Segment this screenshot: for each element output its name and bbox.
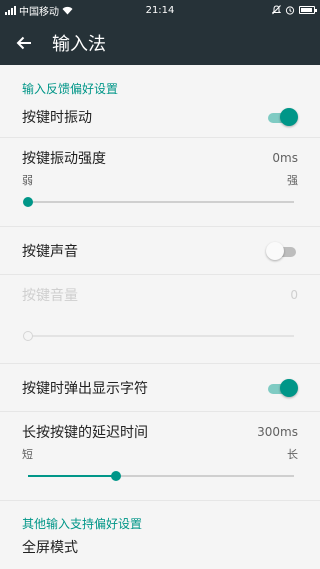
setting-vibration-strength: 按键振动强度 0ms 弱 强 [0, 138, 320, 227]
slider-knob [23, 331, 33, 341]
carrier-label: 中国移动 [19, 6, 59, 18]
setting-fullscreen-mode[interactable]: 全屏模式 [0, 537, 320, 569]
setting-key-sound[interactable]: 按键声音 [0, 227, 320, 275]
slider-min-label: 弱 [22, 174, 33, 187]
vibrate-toggle[interactable] [268, 107, 298, 127]
settings-list: 输入反馈偏好设置 按键时振动 按键振动强度 0ms 弱 强 按键声音 按键音量 … [0, 65, 320, 569]
setting-vibrate-on-key[interactable]: 按键时振动 [0, 97, 320, 138]
back-button[interactable] [14, 33, 34, 53]
status-left: 中国移动 [5, 3, 73, 18]
status-right [272, 5, 317, 15]
setting-label: 按键时振动 [22, 110, 92, 126]
mute-icon [272, 5, 281, 15]
slider-max-label: 长 [287, 448, 298, 461]
setting-long-press-delay: 长按按键的延迟时间 300ms 短 长 [0, 412, 320, 501]
setting-label: 按键振动强度 [22, 151, 106, 167]
section-header-other-input: 其他输入支持偏好设置 [22, 517, 143, 531]
key-sound-toggle[interactable] [266, 241, 298, 261]
vibration-strength-value: 0ms [272, 151, 298, 165]
battery-icon [299, 6, 317, 14]
popup-toggle[interactable] [268, 378, 298, 398]
long-press-delay-slider[interactable] [28, 468, 294, 484]
setting-label: 按键时弹出显示字符 [22, 380, 148, 397]
wifi-icon [62, 6, 73, 14]
setting-label: 全屏模式 [22, 540, 78, 556]
signal-icon [5, 5, 16, 15]
setting-popup-on-key[interactable]: 按键时弹出显示字符 [0, 364, 320, 412]
slider-knob[interactable] [110, 471, 121, 481]
key-volume-value: 0 [290, 288, 298, 302]
setting-label: 按键音量 [22, 288, 78, 304]
status-bar: 中国移动 21:14 [0, 0, 320, 20]
key-volume-slider [23, 328, 294, 344]
section-header-input-feedback: 输入反馈偏好设置 [22, 82, 119, 96]
setting-label: 长按按键的延迟时间 [22, 425, 148, 441]
slider-max-label: 强 [287, 174, 298, 187]
app-bar: 输入法 [0, 20, 320, 65]
setting-label: 按键声音 [22, 243, 78, 260]
slider-knob[interactable] [23, 197, 33, 207]
arrow-left-icon [16, 36, 31, 49]
long-press-delay-value: 300ms [257, 425, 298, 439]
setting-key-volume: 按键音量 0 [0, 275, 320, 364]
slider-min-label: 短 [22, 448, 33, 461]
page-title: 输入法 [52, 33, 106, 55]
vibration-strength-slider[interactable] [23, 194, 294, 210]
alarm-icon [285, 6, 295, 15]
